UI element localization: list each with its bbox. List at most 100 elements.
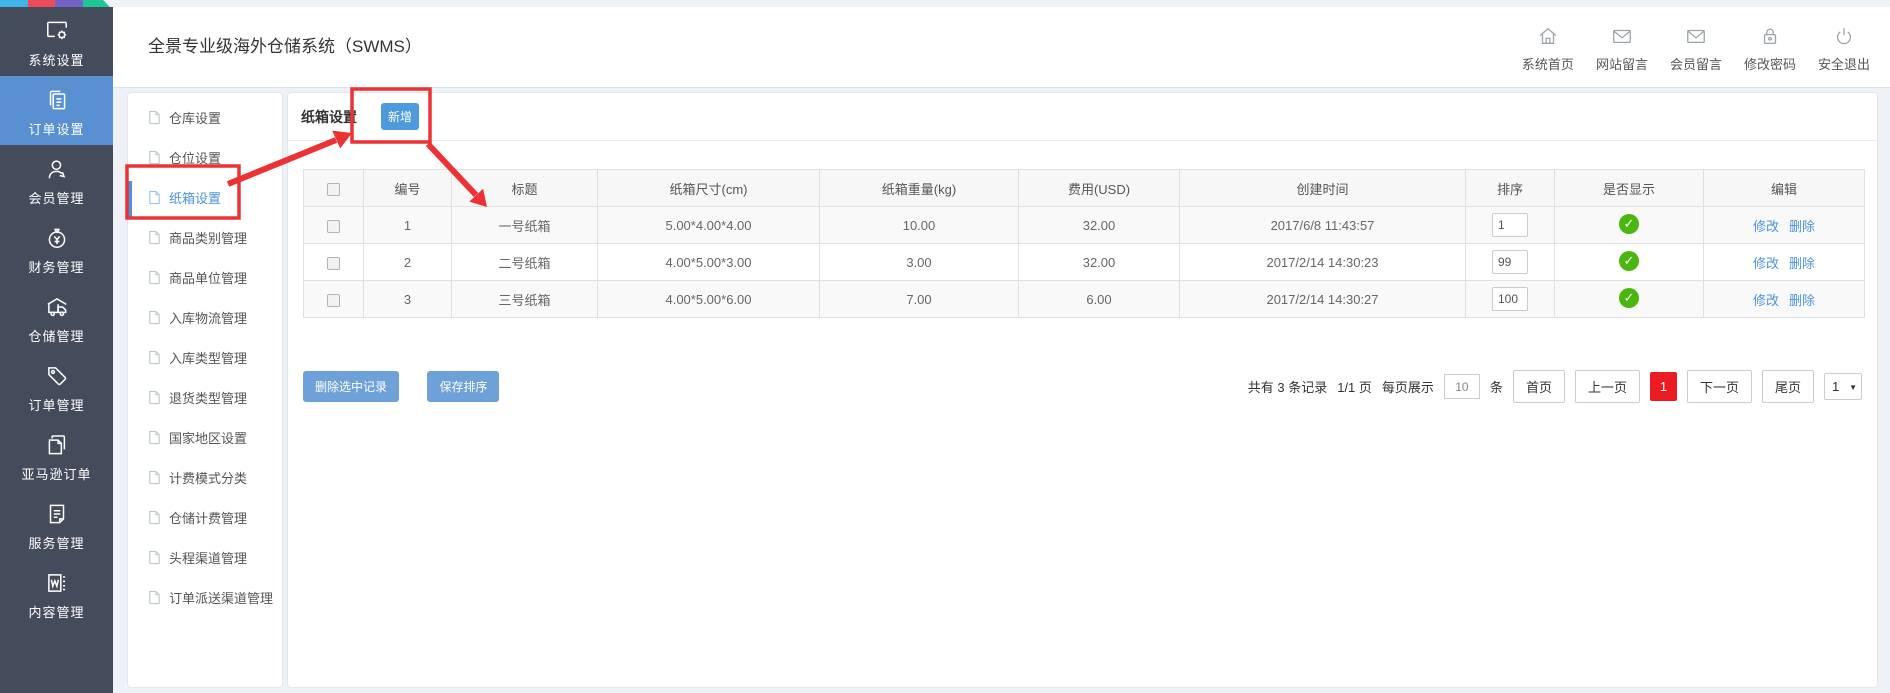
per-page-input[interactable] xyxy=(1443,374,1480,399)
cell-title: 二号纸箱 xyxy=(451,243,598,281)
cell-fee: 6.00 xyxy=(1018,280,1180,318)
sidebar-item-6[interactable]: 订单管理 xyxy=(0,352,113,421)
column-header: 费用(USD) xyxy=(1018,169,1180,207)
edit-link[interactable]: 修改 xyxy=(1753,219,1779,234)
topnav-item-2[interactable]: 网站留言 xyxy=(1596,25,1648,73)
cell-title: 三号纸箱 xyxy=(451,280,598,318)
edit-link[interactable]: 修改 xyxy=(1753,293,1779,308)
delete-link[interactable]: 删除 xyxy=(1789,219,1815,234)
cell-fee: 32.00 xyxy=(1018,243,1180,281)
cell-sort xyxy=(1465,206,1555,244)
sidebar-item-4[interactable]: 财务管理 xyxy=(0,214,113,283)
module-sidebar: 系统设置订单设置会员管理财务管理 仓储管理 订单管理亚马逊订单服务管理内容管理 xyxy=(0,7,113,693)
submenu-item-8[interactable]: 退货类型管理 xyxy=(128,379,282,419)
sidebar-item-1[interactable]: 系统设置 xyxy=(0,7,113,76)
table-footer: 删除选中记录 保存排序 共有 3 条记录 1/1 页 每页展示 条 首页 上一页… xyxy=(303,370,1862,403)
sidebar-item-5[interactable]: 仓储管理 xyxy=(0,283,113,352)
sort-input[interactable] xyxy=(1492,213,1528,237)
strip-green xyxy=(83,0,111,7)
row-checkbox[interactable] xyxy=(327,256,340,270)
topnav-item-label: 系统首页 xyxy=(1521,57,1574,72)
doc-item-icon xyxy=(147,501,162,541)
column-header: 纸箱重量(kg) xyxy=(819,169,1019,207)
sidebar-item-2[interactable]: 订单设置 xyxy=(0,76,113,145)
delete-link[interactable]: 删除 xyxy=(1789,256,1815,271)
submenu-item-10[interactable]: 计费模式分类 xyxy=(128,459,282,499)
sidebar-item-9[interactable]: 内容管理 xyxy=(0,559,113,628)
submenu-item-11[interactable]: 仓储计费管理 xyxy=(128,499,282,539)
row-checkbox[interactable] xyxy=(327,219,340,233)
power-icon xyxy=(1833,28,1855,51)
page-jump-select[interactable]: 1 xyxy=(1824,373,1862,400)
table-wrap: 编号 标题 纸箱尺寸(cm) 纸箱重量(kg) 费用(USD) 创建时间 排序 是否显示 编辑 … xyxy=(303,169,1865,318)
topnav-item-4[interactable]: 修改密码 xyxy=(1744,25,1796,73)
doc-item-icon xyxy=(147,301,162,341)
app-title: 全景专业级海外仓储系统（SWMS） xyxy=(148,37,422,56)
delete-link[interactable]: 删除 xyxy=(1789,293,1815,308)
sidebar-item-8[interactable]: 服务管理 xyxy=(0,490,113,559)
submenu-item-4[interactable]: 商品类别管理 xyxy=(128,219,282,259)
save-sort-button[interactable]: 保存排序 xyxy=(427,371,500,402)
sidebar-item-label: 服务管理 xyxy=(28,536,85,551)
edit-link[interactable]: 修改 xyxy=(1753,256,1779,271)
doc-item-icon xyxy=(147,341,162,381)
copy-docs-icon xyxy=(0,87,113,114)
submenu-item-label: 入库物流管理 xyxy=(169,311,248,326)
topnav-item-3[interactable]: 会员留言 xyxy=(1670,25,1722,73)
bulk-actions: 删除选中记录 保存排序 xyxy=(303,371,500,402)
pages-icon xyxy=(0,432,113,459)
sidebar-item-3[interactable]: 会员管理 xyxy=(0,145,113,214)
sort-input[interactable] xyxy=(1492,287,1528,311)
submenu-item-6[interactable]: 入库物流管理 xyxy=(128,299,282,339)
per-page-label: 每页展示 xyxy=(1381,380,1434,395)
delete-selected-button[interactable]: 删除选中记录 xyxy=(303,371,400,402)
doc-item-icon xyxy=(147,421,162,461)
sidebar-item-7[interactable]: 亚马逊订单 xyxy=(0,421,113,490)
per-page-unit: 条 xyxy=(1489,380,1503,395)
topnav: 系统首页 网站留言 会员留言 修改密码 安全退出 xyxy=(1522,25,1870,73)
carton-table: 编号 标题 纸箱尺寸(cm) 纸箱重量(kg) 费用(USD) 创建时间 排序 是否显示 编辑 … xyxy=(303,169,1865,318)
next-page-button[interactable]: 下一页 xyxy=(1686,370,1752,403)
sidebar-item-label: 内容管理 xyxy=(28,605,85,620)
column-header: 创建时间 xyxy=(1179,169,1466,207)
page-title: 纸箱设置 xyxy=(301,108,357,125)
settings-submenu: 仓库设置仓位设置纸箱设置 商品类别管理 商品单位管理入库物流管理入库类型管理 退货类型… xyxy=(127,92,283,688)
topnav-item-label: 修改密码 xyxy=(1743,57,1796,72)
topnav-item-label: 网站留言 xyxy=(1595,57,1648,72)
submenu-item-9[interactable]: 国家地区设置 xyxy=(128,419,282,459)
table-body: 1 一号纸箱 5.00*4.00*4.00 10.00 32.00 2017/6/8 11… xyxy=(303,206,1865,318)
prev-page-button[interactable]: 上一页 xyxy=(1574,370,1640,403)
last-page-button[interactable]: 尾页 xyxy=(1761,370,1814,403)
select-all-checkbox[interactable] xyxy=(327,182,340,196)
cell-no: 3 xyxy=(363,280,452,318)
cell-no: 1 xyxy=(363,206,452,244)
first-page-button[interactable]: 首页 xyxy=(1512,370,1565,403)
topnav-item-1[interactable]: 系统首页 xyxy=(1522,25,1574,73)
topnav-item-5[interactable]: 安全退出 xyxy=(1818,25,1870,73)
warehouse-truck-icon xyxy=(0,294,113,321)
submenu-item-label: 仓储计费管理 xyxy=(169,511,248,526)
pagination: 共有 3 条记录 1/1 页 每页展示 条 首页 上一页 1 下一页 尾页 1 xyxy=(1248,370,1862,403)
submenu-item-7[interactable]: 入库类型管理 xyxy=(128,339,282,379)
submenu-item-1[interactable]: 仓库设置 xyxy=(128,99,282,139)
sidebar-item-label: 订单设置 xyxy=(28,122,85,137)
submenu-item-3[interactable]: 纸箱设置 xyxy=(128,179,282,219)
record-count-text: 共有 3 条记录 xyxy=(1247,380,1328,395)
add-button[interactable]: 新增 xyxy=(381,103,420,130)
sort-input[interactable] xyxy=(1492,250,1528,274)
column-header: 标题 xyxy=(451,169,598,207)
decorative-corner-strip xyxy=(0,0,110,7)
current-page-button[interactable]: 1 xyxy=(1649,372,1677,401)
sidebar-item-label: 亚马逊订单 xyxy=(21,467,92,482)
money-bag-icon xyxy=(0,225,113,252)
cell-visible xyxy=(1554,206,1704,244)
row-checkbox[interactable] xyxy=(327,293,340,307)
sidebar-item-label: 会员管理 xyxy=(28,191,85,206)
submenu-item-12[interactable]: 头程渠道管理 xyxy=(128,539,282,579)
submenu-item-13[interactable]: 订单派送渠道管理 xyxy=(128,579,282,619)
cell-edit: 修改 删除 xyxy=(1703,280,1865,318)
column-header: 是否显示 xyxy=(1554,169,1704,207)
submenu-item-label: 仓位设置 xyxy=(169,151,222,166)
submenu-item-5[interactable]: 商品单位管理 xyxy=(128,259,282,299)
submenu-item-2[interactable]: 仓位设置 xyxy=(128,139,282,179)
